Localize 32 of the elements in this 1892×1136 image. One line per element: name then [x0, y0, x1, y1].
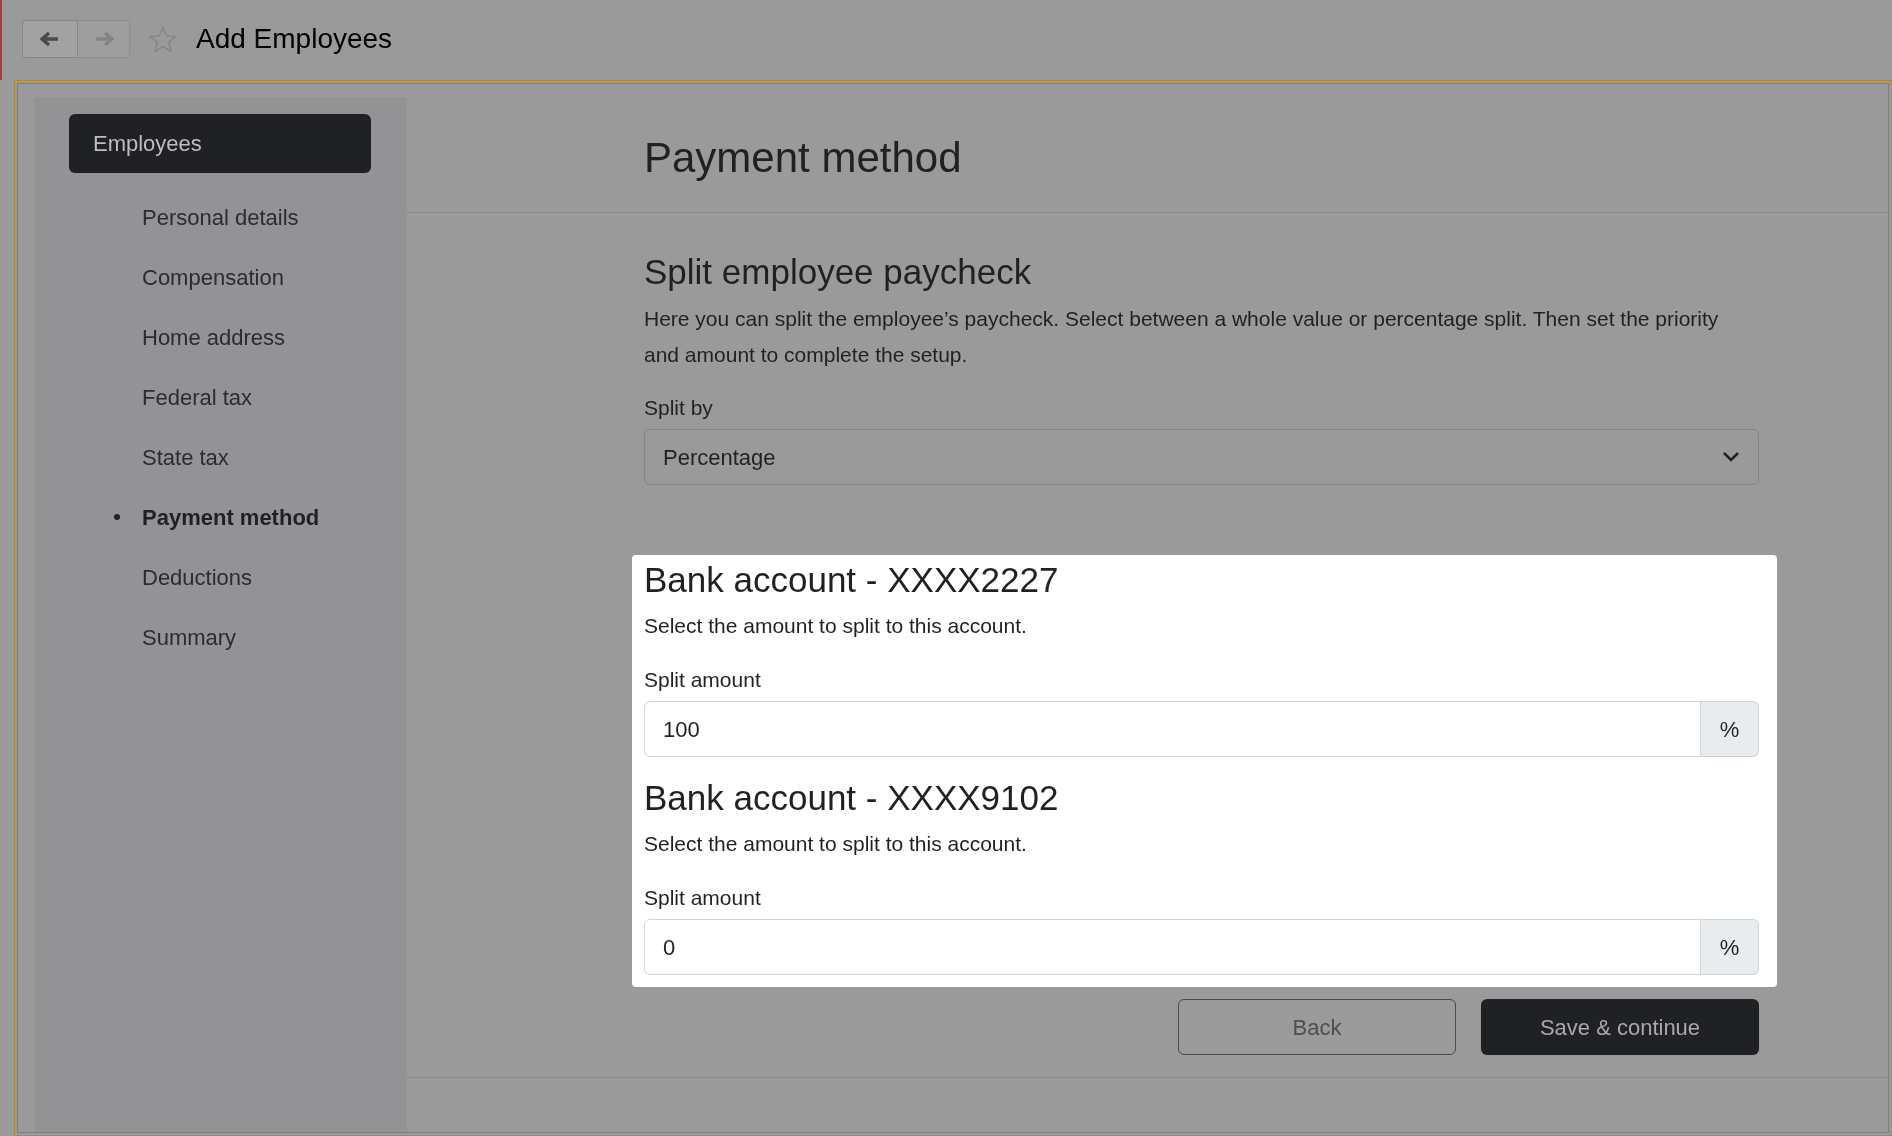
save-continue-button[interactable]: Save & continue: [1481, 999, 1759, 1055]
right-arrow-icon: [93, 31, 114, 47]
back-nav-button[interactable]: [22, 20, 78, 58]
field-label: Split amount: [644, 667, 762, 693]
back-button[interactable]: Back: [1178, 999, 1456, 1055]
step-link[interactable]: Personal details: [142, 200, 299, 234]
section-heading: Payment method: [644, 133, 962, 183]
chevron-down-icon: [1722, 451, 1740, 463]
left-arrow-icon: [40, 31, 60, 47]
field-label: Split amount: [644, 885, 762, 911]
unit-label: %: [1701, 919, 1759, 975]
step-link[interactable]: Compensation: [142, 260, 284, 294]
step-link[interactable]: Federal tax: [142, 380, 253, 414]
account-heading: Bank account - XXXX2227: [644, 559, 1060, 601]
split-amount-field[interactable]: 100: [644, 701, 1701, 757]
step-link[interactable]: Summary: [142, 620, 237, 654]
account-description: Select the amount to split to this account.: [644, 831, 1028, 857]
unit-label: %: [1701, 701, 1759, 757]
step-link[interactable]: State tax: [142, 440, 229, 474]
account-heading: Bank account - XXXX9102: [644, 777, 1060, 819]
split-amount-field[interactable]: 0: [644, 919, 1701, 975]
step-link[interactable]: Deductions: [142, 560, 253, 594]
description: Here you can split the employee’s paycheck. Select between a whole value or percentage split. Then set the priority and amount to complete the setup.: [644, 306, 1720, 368]
step-link[interactable]: Payment method: [142, 500, 320, 534]
subheading: Split employee paycheck: [644, 251, 1033, 293]
select-value: Percentage: [663, 443, 776, 472]
step-link[interactable]: Home address: [142, 320, 286, 354]
split-by-select[interactable]: Percentage: [644, 429, 1759, 485]
field-label: Split by: [644, 395, 714, 421]
page-title: Add Employees: [196, 22, 393, 56]
account-description: Select the amount to split to this account.: [644, 613, 1028, 639]
sidebar-header: Employees: [69, 114, 371, 173]
